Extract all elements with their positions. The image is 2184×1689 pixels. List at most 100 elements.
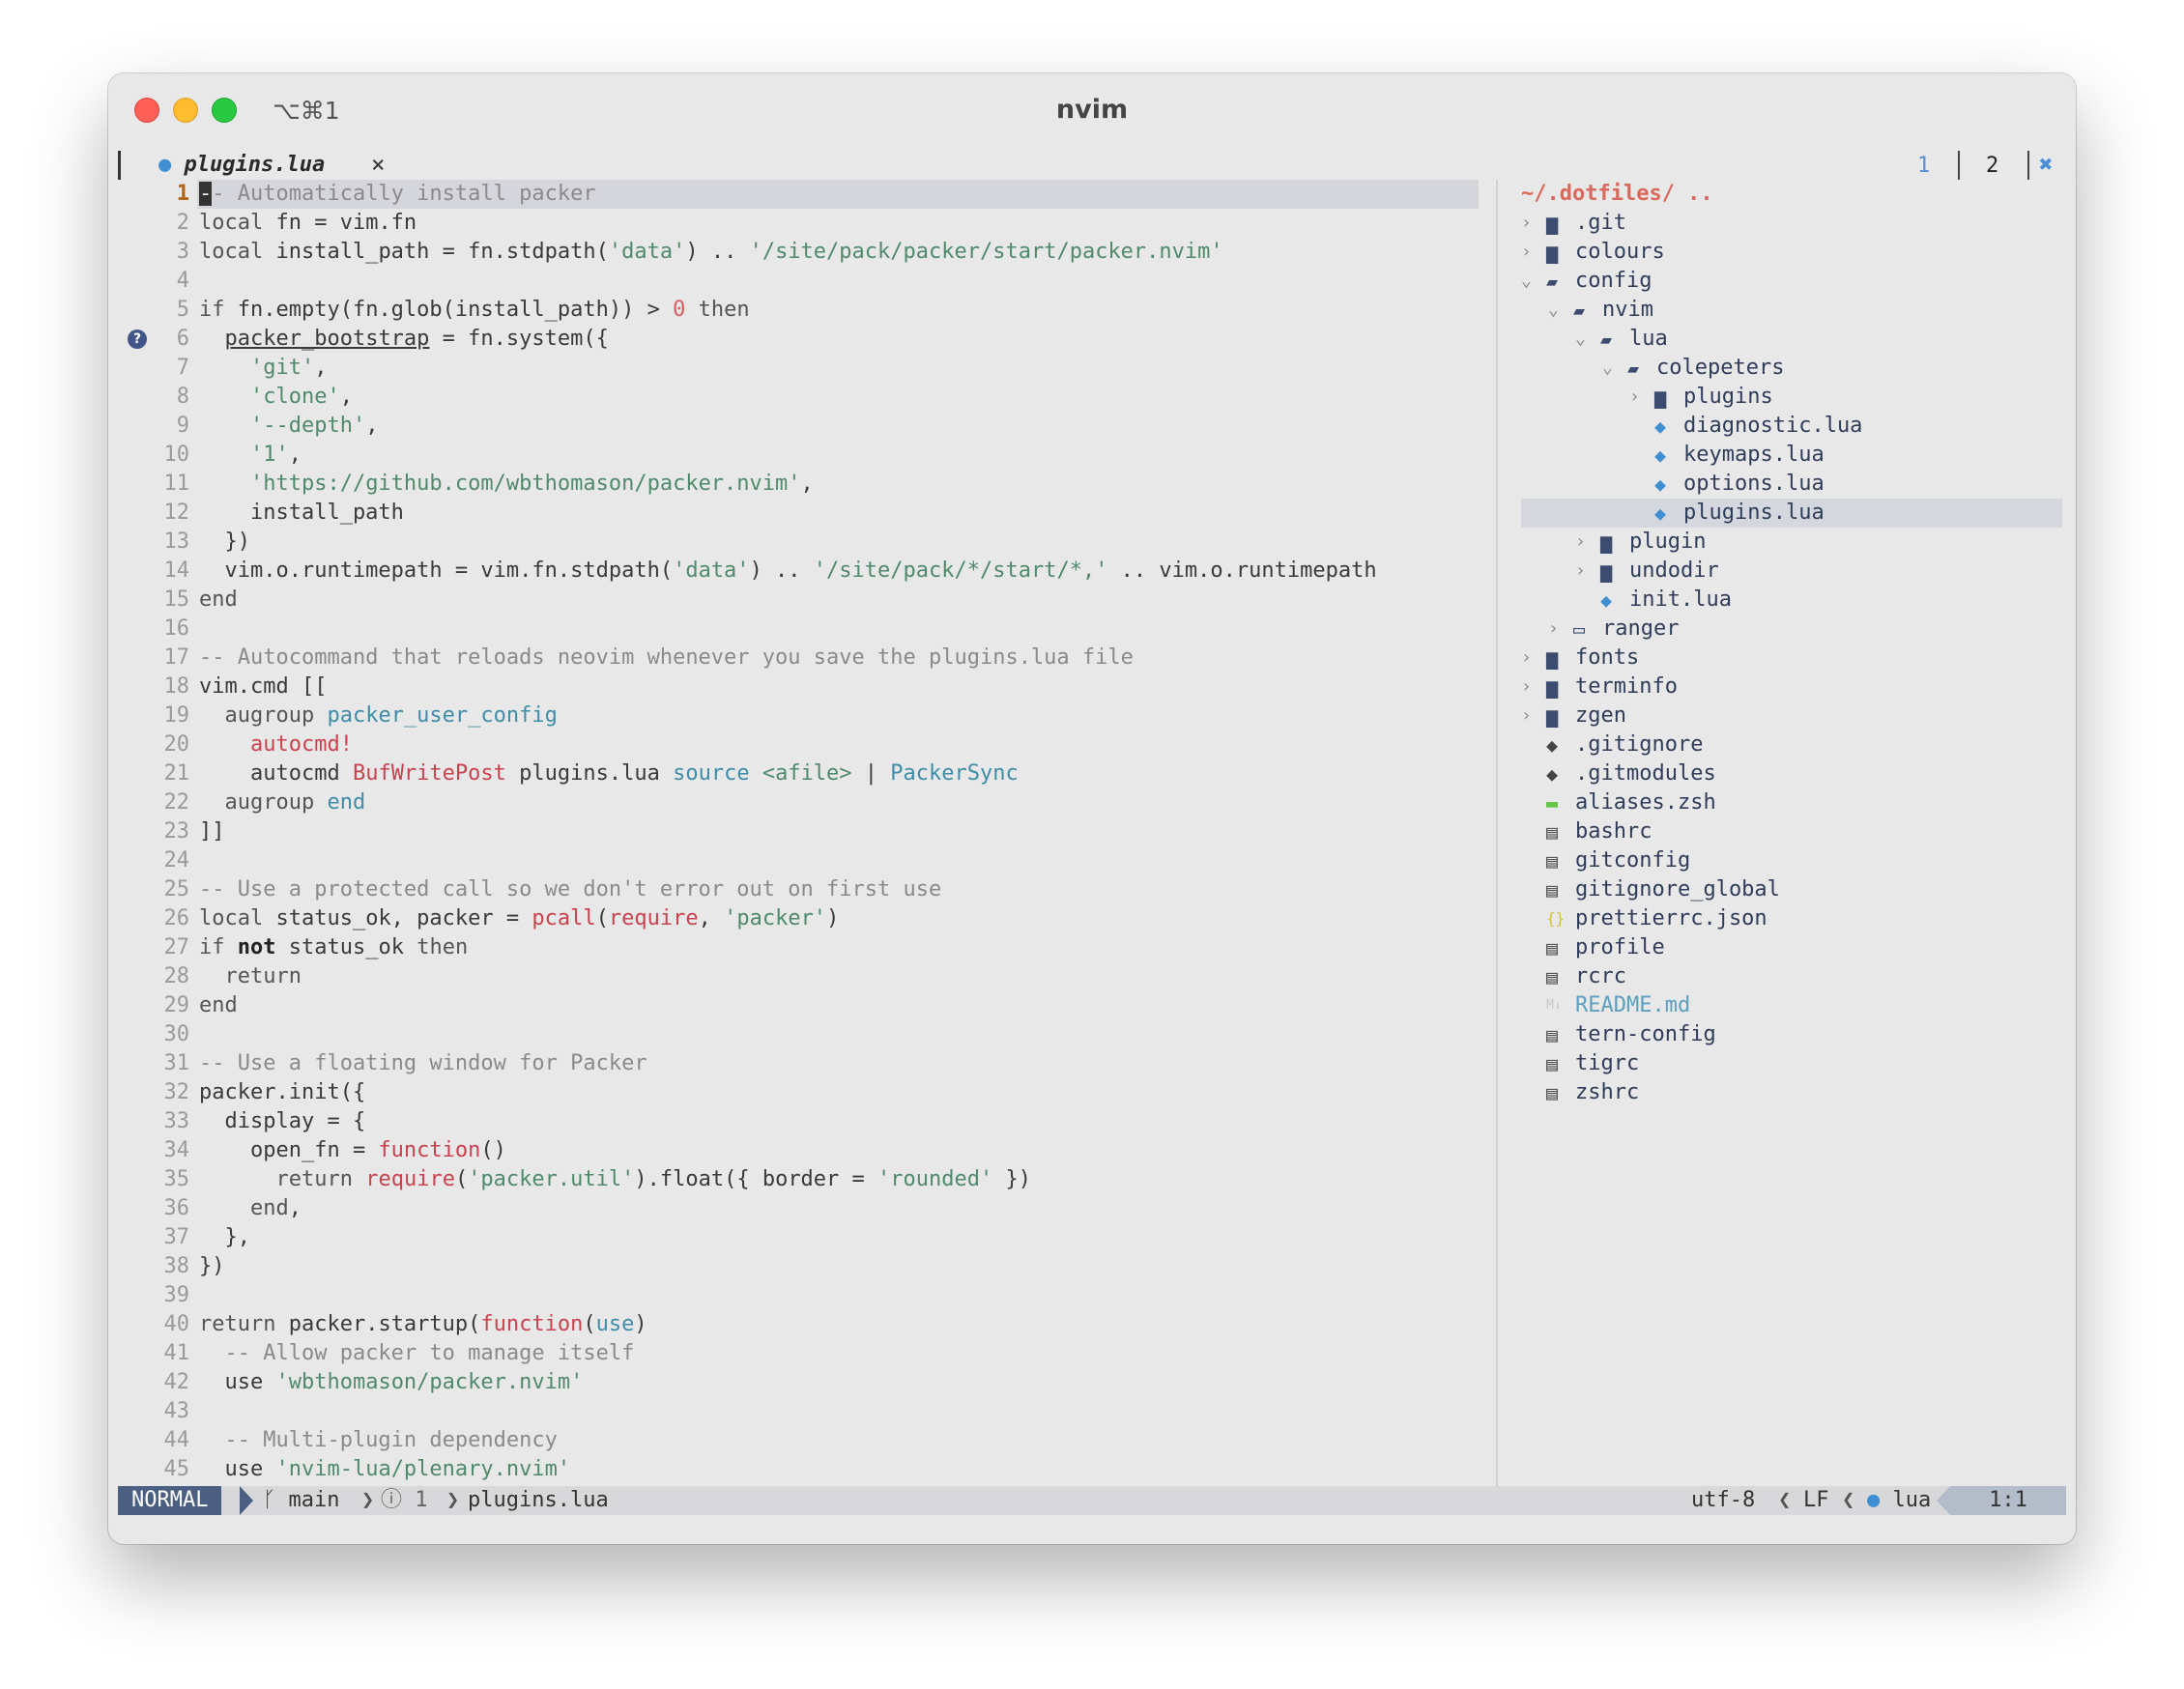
tree-item[interactable]: ▤ gitconfig	[1500, 846, 2066, 875]
code-line[interactable]: 3 local install_path = fn.stdpath('data')…	[118, 238, 1490, 267]
chevron-right-icon[interactable]: ›	[1575, 528, 1586, 557]
tree-root-path[interactable]: ~/.dotfiles/ ..	[1500, 180, 2066, 209]
code-line[interactable]: 36 end,	[118, 1194, 1490, 1223]
window-split-divider[interactable]	[1496, 180, 1498, 1486]
tree-item[interactable]: {} prettierrc.json	[1500, 904, 2066, 933]
code-line[interactable]: 45 use 'nvim-lua/plenary.nvim'	[118, 1455, 1490, 1484]
tree-item[interactable]: ⌄ ▰ config	[1500, 267, 2066, 296]
tree-item[interactable]: ◆ plugins.lua	[1521, 499, 2062, 528]
tree-item[interactable]: ▤ zshrc	[1500, 1078, 2066, 1107]
code-line[interactable]: 12 install_path	[118, 499, 1490, 528]
code-line[interactable]: 2 local fn = vim.fn	[118, 209, 1490, 238]
chevron-down-icon[interactable]: ⌄	[1602, 354, 1613, 383]
tree-item[interactable]: ◆ .gitmodules	[1500, 759, 2066, 788]
tree-item[interactable]: › ▆ .git	[1500, 209, 2066, 238]
tree-item[interactable]: ◆ keymaps.lua	[1500, 441, 2066, 470]
tree-item-label: fonts	[1575, 645, 1640, 670]
tree-item[interactable]: › ▆ plugins	[1500, 383, 2066, 412]
chevron-right-icon[interactable]: ›	[1548, 615, 1559, 644]
code-line[interactable]: 27 if not status_ok then	[118, 933, 1490, 962]
buffer-2-label[interactable]: 2	[1986, 154, 1998, 178]
buffer-1-label[interactable]: 1	[1917, 154, 1930, 178]
tree-item[interactable]: › ▭ ranger	[1500, 615, 2066, 644]
code-line[interactable]: 13 })	[118, 528, 1490, 557]
chevron-right-icon[interactable]: ›	[1521, 673, 1532, 701]
chevron-right-icon[interactable]: ›	[1521, 644, 1532, 673]
code-line[interactable]: 1 -- Automatically install packer	[118, 180, 1490, 209]
tree-item[interactable]: ⌄ ▰ colepeters	[1500, 354, 2066, 383]
code-line[interactable]: 42 use 'wbthomason/packer.nvim'	[118, 1368, 1490, 1397]
tree-item[interactable]: ◆ diagnostic.lua	[1500, 412, 2066, 441]
code-line[interactable]: 38})	[118, 1252, 1490, 1281]
tree-item[interactable]: ⌄ ▰ nvim	[1500, 296, 2066, 325]
chevron-down-icon[interactable]: ⌄	[1521, 267, 1532, 296]
code-line[interactable]: 15 end	[118, 586, 1490, 615]
code-line[interactable]: 20 autocmd!	[118, 730, 1490, 759]
code-line[interactable]: 14 vim.o.runtimepath = vim.fn.stdpath('d…	[118, 557, 1490, 586]
tree-item[interactable]: M↓ README.md	[1500, 991, 2066, 1020]
tree-item[interactable]: ▤ tern-config	[1500, 1020, 2066, 1049]
code-line[interactable]: 33 display = {	[118, 1107, 1490, 1136]
code-line[interactable]: 9 '--depth',	[118, 412, 1490, 441]
tab-plugins-lua[interactable]: ● plugins.lua	[158, 153, 325, 177]
chevron-right-icon[interactable]: ›	[1521, 238, 1532, 267]
close-all-icon[interactable]: ✖	[2039, 151, 2053, 178]
tree-item[interactable]: › ▆ undodir	[1500, 557, 2066, 586]
chevron-right-icon[interactable]: ›	[1521, 209, 1532, 238]
code-line[interactable]: 21 autocmd BufWritePost plugins.lua sour…	[118, 759, 1490, 788]
chevron-down-icon[interactable]: ⌄	[1548, 296, 1559, 325]
code-editor[interactable]: 1 -- Automatically install packer 2 local f…	[118, 180, 1490, 1486]
tree-item[interactable]: ⌄ ▰ lua	[1500, 325, 2066, 354]
tree-item[interactable]: ◆ options.lua	[1500, 470, 2066, 499]
tree-item[interactable]: › ▆ plugin	[1500, 528, 2066, 557]
tree-item[interactable]: › ▆ colours	[1500, 238, 2066, 267]
tree-item[interactable]: › ▆ terminfo	[1500, 673, 2066, 701]
code-line[interactable]: 32 packer.init({	[118, 1078, 1490, 1107]
code-line[interactable]: 26 local status_ok, packer = pcall(requir…	[118, 904, 1490, 933]
code-line[interactable]: 23]]	[118, 817, 1490, 846]
tree-item[interactable]: ▤ tigrc	[1500, 1049, 2066, 1078]
code-line[interactable]: 11 'https://github.com/wbthomason/packer…	[118, 470, 1490, 499]
code-line[interactable]: 39	[118, 1281, 1490, 1310]
tree-item[interactable]: ▤ bashrc	[1500, 817, 2066, 846]
code-line[interactable]: 7 'git',	[118, 354, 1490, 383]
code-line[interactable]: 41 -- Allow packer to manage itself	[118, 1339, 1490, 1368]
code-line[interactable]: 5 if fn.empty(fn.glob(install_path)) > 0 …	[118, 296, 1490, 325]
file-tree[interactable]: ~/.dotfiles/ .. › ▆ .git › ▆ colours ⌄ ▰ config ⌄ ▰…	[1500, 180, 2066, 1486]
tab-close-icon[interactable]: ×	[371, 151, 385, 178]
tree-item[interactable]: ◆ .gitignore	[1500, 730, 2066, 759]
code-line[interactable]: 44 -- Multi-plugin dependency	[118, 1426, 1490, 1455]
chevron-down-icon[interactable]: ⌄	[1575, 325, 1586, 354]
code-line[interactable]: 30	[118, 1020, 1490, 1049]
chevron-right-icon[interactable]: ›	[1629, 383, 1640, 412]
code-line[interactable]: 22 augroup end	[118, 788, 1490, 817]
code-line[interactable]: 43	[118, 1397, 1490, 1426]
tree-item[interactable]: ▤ profile	[1500, 933, 2066, 962]
code-line[interactable]: 29 end	[118, 991, 1490, 1020]
tree-item[interactable]: ▤ gitignore_global	[1500, 875, 2066, 904]
code-line[interactable]: 17 -- Autocommand that reloads neovim whe…	[118, 644, 1490, 673]
code-line[interactable]: 34 open_fn = function()	[118, 1136, 1490, 1165]
tree-item[interactable]: ▤ rcrc	[1500, 962, 2066, 991]
code-line[interactable]: 19 augroup packer_user_config	[118, 701, 1490, 730]
code-line[interactable]: 18 vim.cmd [[	[118, 673, 1490, 701]
tree-item[interactable]: › ▆ zgen	[1500, 701, 2066, 730]
tree-item[interactable]: ◆ init.lua	[1500, 586, 2066, 615]
code-line[interactable]: 40 return packer.startup(function(use)	[118, 1310, 1490, 1339]
chevron-right-icon[interactable]: ›	[1575, 557, 1586, 586]
code-line[interactable]: ? 6 packer_bootstrap = fn.system({	[118, 325, 1490, 354]
code-line[interactable]: 8 'clone',	[118, 383, 1490, 412]
code-line[interactable]: 4	[118, 267, 1490, 296]
code-line[interactable]: 28 return	[118, 962, 1490, 991]
tree-item[interactable]: ▬ aliases.zsh	[1500, 788, 2066, 817]
code-line[interactable]: 16	[118, 615, 1490, 644]
tree-root-label: ~/.dotfiles/ ..	[1521, 182, 1713, 206]
code-line[interactable]: 25 -- Use a protected call so we don't er…	[118, 875, 1490, 904]
code-line[interactable]: 24	[118, 846, 1490, 875]
code-line[interactable]: 10 '1',	[118, 441, 1490, 470]
code-line[interactable]: 35 return require('packer.util').float({…	[118, 1165, 1490, 1194]
code-line[interactable]: 37 },	[118, 1223, 1490, 1252]
code-line[interactable]: 31 -- Use a floating window for Packer	[118, 1049, 1490, 1078]
chevron-right-icon[interactable]: ›	[1521, 701, 1532, 730]
tree-item[interactable]: › ▆ fonts	[1500, 644, 2066, 673]
